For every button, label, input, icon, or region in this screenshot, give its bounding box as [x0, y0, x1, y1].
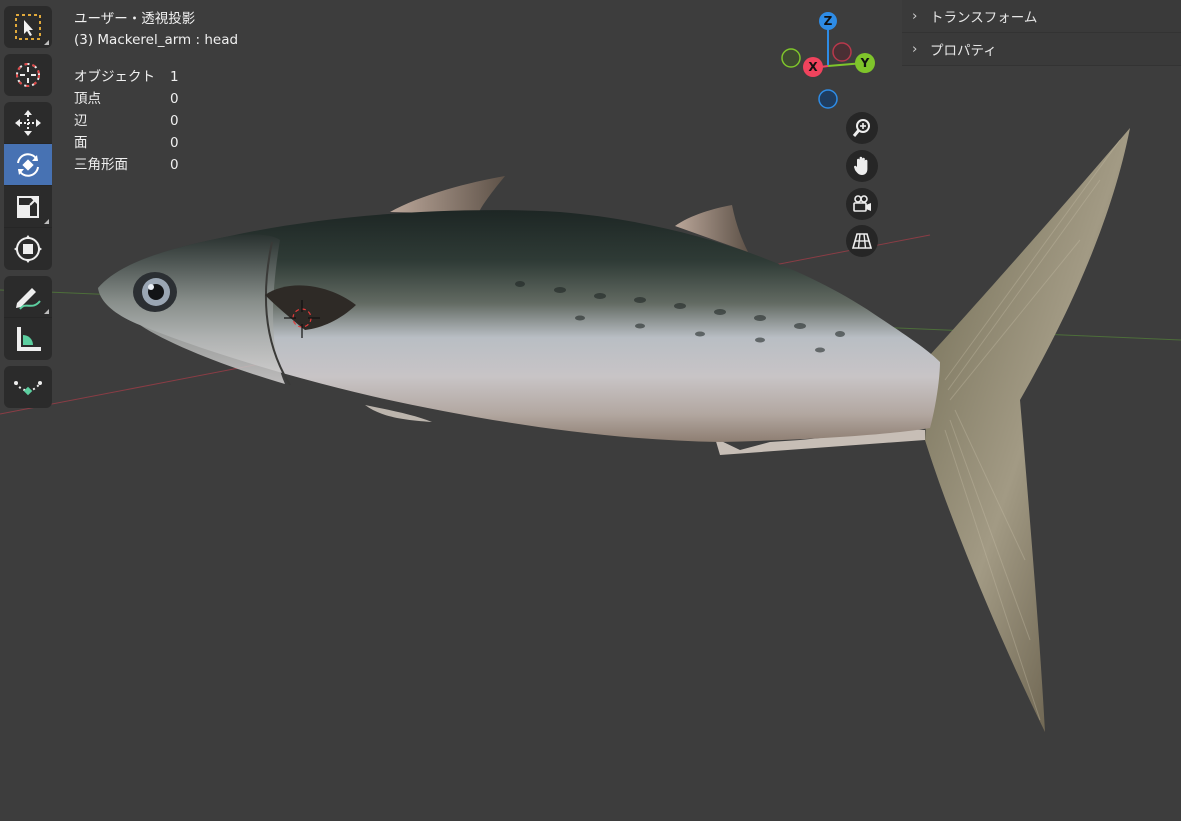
tool-options-indicator[interactable] — [44, 40, 49, 45]
tool-group-annotate — [4, 276, 52, 360]
stat-value: 0 — [170, 135, 179, 151]
scale-tool[interactable] — [4, 186, 52, 228]
tool-group-transform — [4, 102, 52, 270]
tool-group-cursor — [4, 54, 52, 96]
rotate-tool[interactable] — [4, 144, 52, 186]
tool-options-indicator[interactable] — [44, 219, 49, 224]
gizmo-neg-y[interactable] — [781, 48, 801, 68]
move-icon — [15, 109, 41, 136]
stat-label: 三角形面 — [74, 157, 128, 173]
ortho-toggle-button[interactable] — [846, 225, 878, 257]
mackerel-model[interactable] — [98, 128, 1130, 732]
camera-view-button[interactable] — [846, 188, 878, 220]
stat-label: 頂点 — [74, 91, 101, 107]
stat-row-faces: 面0 — [74, 132, 200, 154]
bone-envelope-tool[interactable] — [4, 366, 52, 408]
annotate-tool[interactable] — [4, 276, 52, 318]
panel-properties-label: プロパティ — [930, 43, 997, 59]
measure-icon — [17, 327, 41, 351]
cursor-icon — [16, 63, 40, 87]
object-info: (3) Mackerel_arm : head — [74, 32, 239, 48]
pan-hand-icon — [854, 156, 868, 175]
transform-tool[interactable] — [4, 228, 52, 270]
stat-row-vertices: 頂点 0 — [74, 88, 200, 110]
gizmo-z-label: Z — [824, 14, 833, 28]
rotate-icon — [17, 152, 39, 177]
ortho-grid-icon — [851, 233, 873, 249]
sidebar-panel: › トランスフォーム › プロパティ — [902, 0, 1181, 66]
gizmo-x-label: X — [808, 60, 818, 74]
view-name: ユーザー・透視投影 — [74, 11, 196, 27]
scale-icon — [17, 195, 39, 218]
stat-label: オブジェクト — [74, 69, 155, 85]
select-box-icon — [15, 14, 41, 40]
stat-label: 辺 — [74, 113, 88, 129]
3d-viewport[interactable]: ユーザー・透視投影 (3) Mackerel_arm : head オブジェクト… — [0, 0, 1181, 821]
tool-group-bone — [4, 366, 52, 408]
chevron-right-icon: › — [912, 8, 918, 24]
stat-row-triangles: 三角形面 0 — [74, 154, 200, 176]
gizmo-y-label: Y — [860, 56, 870, 70]
zoom-button[interactable] — [846, 112, 878, 144]
stat-row-objects: オブジェクト 1 — [74, 66, 200, 88]
tool-shelf — [4, 6, 52, 414]
viewport-info: ユーザー・透視投影 (3) Mackerel_arm : head — [74, 9, 238, 51]
tool-options-indicator[interactable] — [44, 309, 49, 314]
pan-button[interactable] — [846, 150, 878, 182]
cursor-tool[interactable] — [4, 54, 52, 96]
stat-value: 0 — [170, 157, 179, 173]
panel-transform[interactable]: › トランスフォーム — [902, 0, 1181, 33]
panel-properties[interactable]: › プロパティ — [902, 33, 1181, 66]
scene-statistics: オブジェクト 1 頂点 0 辺0 面0 三角形面 0 — [74, 66, 200, 176]
stat-value: 0 — [170, 91, 179, 107]
stat-label: 面 — [74, 135, 88, 151]
transform-icon — [14, 235, 42, 263]
tool-group-select — [4, 6, 52, 48]
navigation-gizmo[interactable]: Z X Y — [778, 8, 878, 112]
measure-tool[interactable] — [4, 318, 52, 360]
gizmo-neg-x[interactable] — [832, 42, 852, 62]
chevron-right-icon: › — [912, 41, 918, 57]
select-box-tool[interactable] — [4, 6, 52, 48]
camera-view-icon — [853, 195, 871, 212]
stat-value: 1 — [170, 69, 179, 85]
annotate-icon — [16, 287, 41, 310]
stat-value: 0 — [170, 113, 179, 129]
panel-transform-label: トランスフォーム — [930, 10, 1038, 26]
stat-row-edges: 辺0 — [74, 110, 200, 132]
gizmo-neg-z[interactable] — [818, 89, 838, 109]
bone-envelope-icon — [14, 381, 42, 396]
zoom-icon — [852, 119, 870, 137]
move-tool[interactable] — [4, 102, 52, 144]
